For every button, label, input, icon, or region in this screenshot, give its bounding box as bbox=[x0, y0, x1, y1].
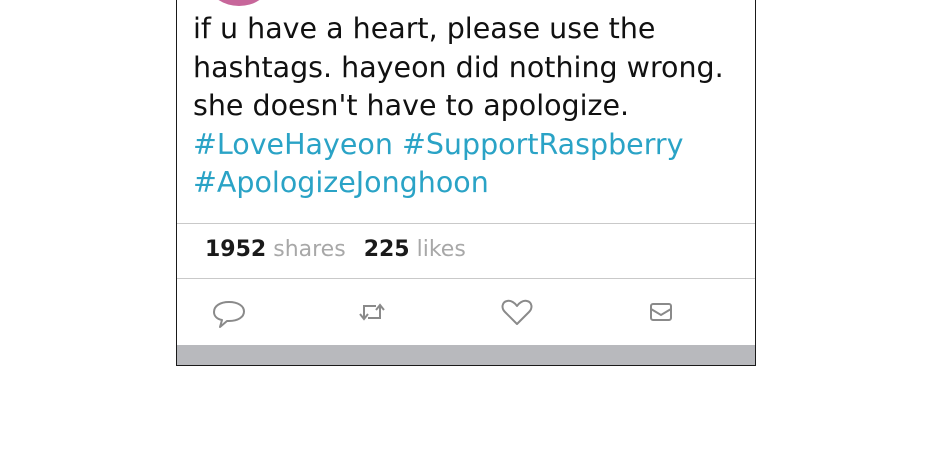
likes-label: likes bbox=[416, 237, 466, 262]
hashtag-lovehayeon[interactable]: #LoveHayeon bbox=[193, 128, 393, 161]
bottom-bar bbox=[177, 345, 755, 365]
hashtag-line: #ApologizeJonghoon bbox=[193, 164, 743, 203]
retweet-icon bbox=[359, 303, 385, 321]
tweet-line: she doesn't have to apologize. bbox=[193, 89, 630, 122]
comment-bubble-icon bbox=[213, 301, 245, 328]
message-button[interactable] bbox=[643, 294, 679, 330]
like-button[interactable] bbox=[499, 294, 535, 330]
hashtag-line: #LoveHayeon #SupportRaspberry bbox=[193, 126, 743, 165]
retweet-button[interactable] bbox=[354, 294, 390, 330]
tweet-text: if u have a heart, please use the hashta… bbox=[193, 10, 743, 203]
hashtag-supportraspberry[interactable]: #SupportRaspberry bbox=[402, 128, 684, 161]
likes-count[interactable]: 225 bbox=[364, 237, 410, 262]
tweet-line: if u have a heart, please use the bbox=[193, 12, 656, 45]
shares-count[interactable]: 1952 bbox=[205, 237, 266, 262]
reply-button[interactable] bbox=[211, 294, 247, 330]
hashtag-apologizejonghoon[interactable]: #ApologizeJonghoon bbox=[193, 166, 489, 199]
tweet-stats: 1952 shares 225 likes bbox=[205, 235, 466, 265]
shares-label: shares bbox=[273, 237, 346, 262]
tweet-line: hashtags. hayeon did nothing wrong. bbox=[193, 50, 724, 84]
avatar[interactable] bbox=[211, 0, 267, 6]
heart-icon bbox=[501, 299, 533, 325]
tweet-card: if u have a heart, please use the hashta… bbox=[176, 0, 756, 366]
divider bbox=[177, 278, 755, 279]
divider bbox=[177, 223, 755, 224]
envelope-icon bbox=[650, 303, 672, 321]
